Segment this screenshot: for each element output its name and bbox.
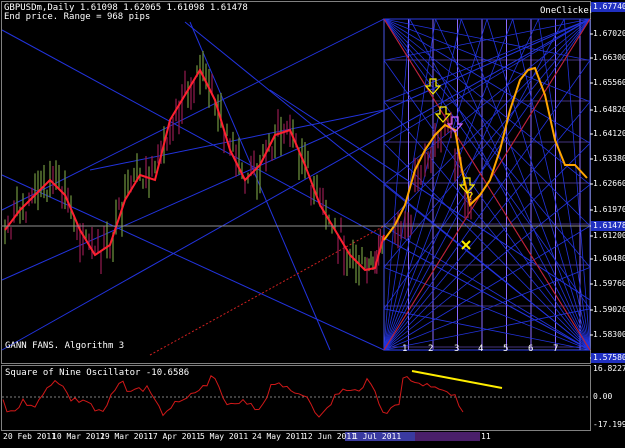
price-tick-label: 1.65560 (593, 78, 625, 87)
price-tick-label: 1.59020 (593, 305, 625, 314)
gann-fan-line (486, 18, 591, 351)
price-tick-label: 1.60480 (593, 254, 625, 263)
date-tick-label: 10 Mar 2011 (52, 432, 105, 441)
gann-number-label: 5 (503, 344, 509, 354)
date-tick-label: 29 Mar 2011 (100, 432, 153, 441)
price-tick-label: 1.57580 (591, 353, 625, 363)
date-tick-label: 17 Apr 2011 (148, 432, 201, 441)
gann-number-label: 1 (402, 344, 408, 354)
chart-window: { "header": { "symbol_line": "GBPUSDm,Da… (0, 0, 625, 448)
price-tick-label: 1.58300 (593, 330, 625, 339)
date-tick-label: 12 Jun 2011 (303, 432, 356, 441)
range-info: End price. Range = 968 pips (4, 12, 151, 22)
gann-fan-line (435, 18, 591, 351)
gann-fan-line (1, 29, 591, 351)
price-tick-label: 1.61970 (593, 205, 625, 214)
date-tick-label: 11 (481, 432, 491, 441)
gann-fan-line (383, 18, 411, 351)
gann-fan-line (409, 18, 591, 351)
gann-number-label: 3 (454, 344, 460, 354)
price-tick-label: 1.59760 (593, 279, 625, 288)
date-tick-label: 1 Jul 2011 (353, 432, 402, 441)
gann-fan-lines (1, 18, 591, 356)
osc-level-bottom: -17.1994 (593, 420, 625, 429)
cross-marker-icon (461, 240, 471, 250)
oscillator-line (2, 375, 464, 418)
gann-number-label: 7 (553, 344, 559, 354)
gann-fan-line (383, 18, 436, 351)
gann-fan-line (563, 18, 591, 351)
oneclicker-label[interactable]: OneClicker (540, 6, 594, 16)
gann-number-label: 4 (478, 344, 484, 354)
price-tick-label: 1.67020 (593, 29, 625, 38)
chart-canvas (1, 1, 593, 441)
price-tick-label: 1.67740 (591, 2, 625, 12)
gann-number-label: 2 (428, 344, 434, 354)
price-tick-label: 1.62660 (593, 179, 625, 188)
date-tick-label: 5 May 2011 (200, 432, 249, 441)
gann-fan-line (383, 18, 462, 351)
date-tick-label: 24 May 2011 (252, 432, 305, 441)
osc-level-zero: 0.00 (593, 392, 613, 401)
red-dashed-line (149, 225, 385, 356)
price-tick-label: 1.66300 (593, 53, 625, 62)
osc-level-top: 16.8227 (593, 364, 625, 373)
price-tick-label: 1.61478 (591, 221, 625, 231)
gann-fan-line (538, 18, 591, 351)
date-tick-label: 20 Feb 2011 (3, 432, 56, 441)
gann-fan-line (1, 174, 385, 351)
indicator-label: GANN FANS. Algorithm 3 (5, 341, 125, 351)
date-highlight-purple (415, 432, 480, 441)
gann-number-label: 6 (528, 344, 534, 354)
question-mark: ? (467, 190, 474, 203)
price-tick-label: 1.64120 (593, 129, 625, 138)
price-tick-label: 1.61200 (593, 231, 625, 240)
gann-fan-line (89, 109, 385, 171)
price-tick-label: 1.64820 (593, 105, 625, 114)
gann-fan-line (1, 18, 591, 281)
gann-fan-line (512, 18, 591, 351)
price-tick-label: 1.63380 (593, 154, 625, 163)
gann-fan-line (383, 18, 514, 351)
oscillator-trend-line (411, 370, 503, 389)
gann-fan-line (460, 18, 591, 351)
oscillator-title: Square of Nine Oscillator -10.6586 (5, 368, 190, 378)
